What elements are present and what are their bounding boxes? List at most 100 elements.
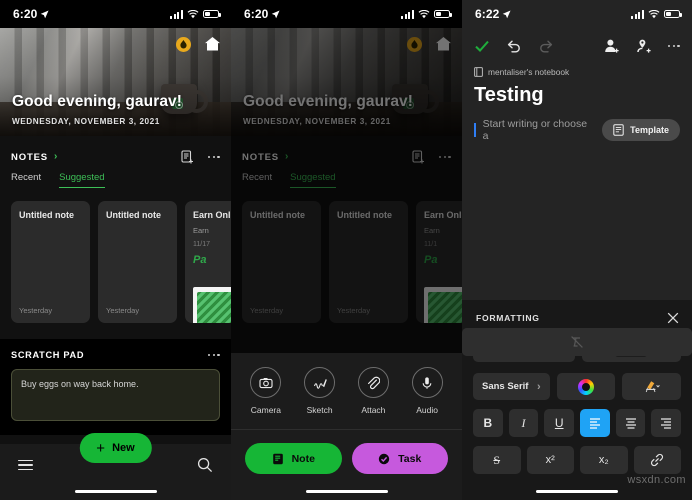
home-indicator xyxy=(305,489,388,493)
create-task-button[interactable]: Task xyxy=(351,443,448,474)
note-card-subtitle: Earn xyxy=(193,226,209,236)
strikethrough-button[interactable]: S xyxy=(473,446,521,474)
subscript-button[interactable]: x₂ xyxy=(580,446,628,474)
note-title[interactable]: Testing xyxy=(462,77,692,107)
plus-icon: + xyxy=(96,439,106,457)
location-arrow-icon xyxy=(41,9,49,18)
add-contact-icon[interactable] xyxy=(636,38,652,54)
bold-button[interactable]: B xyxy=(473,409,503,437)
formatting-row-font: Sans Serif › xyxy=(473,373,682,400)
create-note-button[interactable]: Note xyxy=(245,443,342,474)
align-right-icon xyxy=(661,418,672,429)
formatting-header: FORMATTING xyxy=(473,312,681,324)
home-indicator xyxy=(536,489,618,493)
hamburger-menu-icon[interactable] xyxy=(18,459,33,471)
notes-tabs: Recent Suggested xyxy=(0,164,231,188)
wifi-icon xyxy=(648,9,660,18)
note-card-promo: Pa xyxy=(193,254,207,267)
battery-icon xyxy=(203,9,221,19)
clear-format-icon xyxy=(571,336,583,348)
home-icon[interactable] xyxy=(204,36,221,52)
greeting-date: WEDNESDAY, NOVEMBER 3, 2021 xyxy=(12,117,160,126)
align-left-button[interactable] xyxy=(580,409,610,437)
add-person-icon[interactable] xyxy=(604,38,620,54)
undo-icon[interactable] xyxy=(506,38,522,54)
scratch-pad-section: SCRATCH PAD Buy eggs on way back home. xyxy=(0,339,231,435)
underline-button[interactable]: U xyxy=(544,409,575,437)
flame-badge-icon[interactable] xyxy=(176,36,191,52)
template-icon xyxy=(613,124,624,136)
italic-label: I xyxy=(521,415,526,430)
new-note-icon[interactable] xyxy=(181,150,194,164)
text-color-button[interactable] xyxy=(556,373,616,400)
more-options-icon[interactable] xyxy=(207,155,220,159)
scratch-pad-title: SCRATCH PAD xyxy=(11,350,85,360)
wifi-icon xyxy=(418,9,430,18)
create-note-label: Note xyxy=(291,452,315,465)
note-card-footer: Yesterday xyxy=(106,306,140,315)
more-options-icon[interactable] xyxy=(667,44,680,48)
align-center-button[interactable] xyxy=(615,409,646,437)
link-button[interactable] xyxy=(633,446,681,474)
note-icon xyxy=(272,453,283,464)
placeholder-text: Start writing or choose a xyxy=(482,118,588,142)
paperclip-icon xyxy=(357,367,389,398)
tab-suggested[interactable]: Suggested xyxy=(59,172,105,188)
superscript-button[interactable]: x² xyxy=(526,446,574,474)
font-family-selector[interactable]: Sans Serif › xyxy=(473,373,550,400)
quick-action-sketch[interactable]: Sketch xyxy=(304,367,336,415)
editor-toolbar-left xyxy=(474,38,554,54)
status-indicators xyxy=(630,9,682,19)
create-bottom-sheet: Camera Sketch Attach Audio Note Task xyxy=(231,353,462,500)
highlight-color-button[interactable] xyxy=(622,373,682,400)
tab-recent[interactable]: Recent xyxy=(11,172,41,188)
notebook-name: mentaliser's notebook xyxy=(488,67,570,77)
italic-button[interactable]: I xyxy=(508,409,539,437)
color-wheel-icon xyxy=(578,378,594,395)
note-card[interactable]: Untitled note Yesterday xyxy=(98,201,177,323)
notes-label: NOTES xyxy=(11,151,48,163)
quick-action-label: Camera xyxy=(250,405,281,415)
chevron-right-icon: › xyxy=(537,380,541,393)
notes-header-icons xyxy=(181,150,220,164)
note-card-footer: Yesterday xyxy=(19,306,53,315)
link-icon xyxy=(651,453,664,467)
quick-action-camera[interactable]: Camera xyxy=(250,367,282,415)
close-icon[interactable] xyxy=(667,312,679,324)
quick-action-attach[interactable]: Attach xyxy=(357,367,389,415)
search-icon[interactable] xyxy=(197,457,213,473)
quick-action-label: Attach xyxy=(361,405,386,415)
underline-label: U xyxy=(554,416,564,430)
align-center-icon xyxy=(625,418,636,429)
checkmark-icon[interactable] xyxy=(474,38,490,54)
more-options-icon[interactable] xyxy=(207,353,220,357)
greeting-text: Good evening, gaurav! xyxy=(12,93,183,110)
formatting-buttons-row-2: S x² x₂ xyxy=(462,328,692,474)
watermark: wsxdn.com xyxy=(627,474,686,486)
quick-action-audio[interactable]: Audio xyxy=(411,367,443,415)
notes-card-list[interactable]: Untitled note Yesterday Untitled note Ye… xyxy=(0,188,231,323)
note-card[interactable]: Earn Onli Earn 11/17 Pa xyxy=(185,201,231,323)
location-arrow-icon xyxy=(272,9,280,18)
template-chip[interactable]: Template xyxy=(602,119,680,141)
scratch-pad-input[interactable]: Buy eggs on way back home. xyxy=(11,369,220,421)
home-indicator xyxy=(74,489,157,493)
formatting-panel: FORMATTING Normal Text › − 16 + Sans Ser… xyxy=(462,300,692,500)
note-body-placeholder-row[interactable]: Start writing or choose a Template xyxy=(462,107,692,142)
clear-format-button[interactable] xyxy=(462,328,692,356)
redo-icon[interactable] xyxy=(538,38,554,54)
quick-action-row: Camera Sketch Attach Audio xyxy=(231,367,462,429)
note-card-date: 11/17 xyxy=(193,241,210,249)
note-card[interactable]: Untitled note Yesterday xyxy=(11,201,90,323)
phone-screen-create-sheet: 6:20 Good evening, gaurav! WE xyxy=(231,0,462,500)
notebook-row[interactable]: mentaliser's notebook xyxy=(462,54,692,77)
font-family-value: Sans Serif xyxy=(482,381,529,392)
cellular-signal-icon xyxy=(630,9,644,19)
scratch-pad-header: SCRATCH PAD xyxy=(11,350,220,360)
align-right-button[interactable] xyxy=(651,409,682,437)
note-card-title: Untitled note xyxy=(19,210,74,220)
new-item-fab[interactable]: + New xyxy=(79,433,152,463)
task-check-icon xyxy=(378,453,390,464)
editor-toolbar xyxy=(462,28,692,54)
notes-section-title[interactable]: NOTES › xyxy=(11,152,58,163)
